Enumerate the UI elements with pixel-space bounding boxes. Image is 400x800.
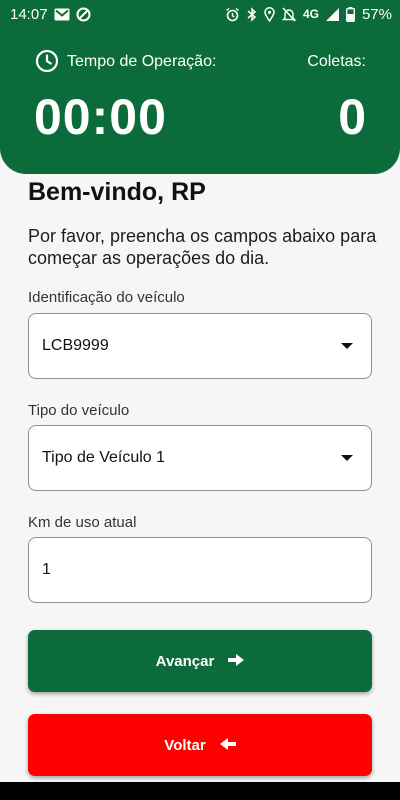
km-input[interactable]: 1 [28, 537, 372, 603]
battery-icon [345, 6, 355, 22]
clock-icon [35, 49, 59, 78]
status-time: 14:07 [10, 5, 48, 23]
km-label: Km de uso atual [28, 514, 137, 531]
location-icon [264, 6, 275, 22]
welcome-message: Por favor, preencha os campos abaixo par… [28, 226, 377, 268]
vehicle-id-dropdown[interactable]: LCB9999 [28, 313, 372, 379]
vehicle-id-label: Identificação do veículo [28, 289, 185, 306]
dropdown-arrow-icon [341, 455, 353, 461]
operation-time-value: 00:00 [34, 89, 167, 145]
next-button-label: Avançar [155, 652, 215, 670]
system-nav-bar [0, 782, 400, 800]
arrow-left-icon [219, 737, 236, 754]
vpn-icon [76, 7, 91, 22]
vehicle-id-value: LCB9999 [42, 337, 109, 354]
collections-count: 0 [338, 89, 366, 145]
status-bar-right: 4G 57% [225, 6, 392, 23]
signal-icon [325, 7, 339, 21]
collections-label: Coletas: [307, 53, 366, 70]
vehicle-type-label: Tipo do veículo [28, 402, 130, 419]
next-button[interactable]: Avançar [28, 630, 372, 692]
operation-header: Tempo de Operação: Coletas: 00:00 0 [0, 28, 400, 174]
alarm-icon [225, 7, 240, 22]
mute-icon [281, 6, 296, 22]
bluetooth-icon [247, 6, 257, 22]
operation-time-label: Tempo de Operação: [67, 53, 217, 70]
gmail-icon [54, 8, 70, 21]
welcome-title: Bem-vindo, RP [28, 178, 206, 206]
vehicle-type-value: Tipo de Veículo 1 [42, 449, 166, 466]
arrow-right-icon [228, 653, 245, 670]
battery-level: 57% [361, 5, 392, 23]
network-type: 4G [302, 7, 319, 21]
dropdown-arrow-icon [341, 343, 353, 349]
status-bar: 14:07 4G 57% [0, 0, 400, 28]
vehicle-type-dropdown[interactable]: Tipo de Veículo 1 [28, 425, 372, 491]
back-button-label: Voltar [164, 736, 206, 754]
status-bar-left: 14:07 [10, 6, 91, 23]
km-value: 1 [42, 561, 51, 578]
back-button[interactable]: Voltar [28, 714, 372, 776]
